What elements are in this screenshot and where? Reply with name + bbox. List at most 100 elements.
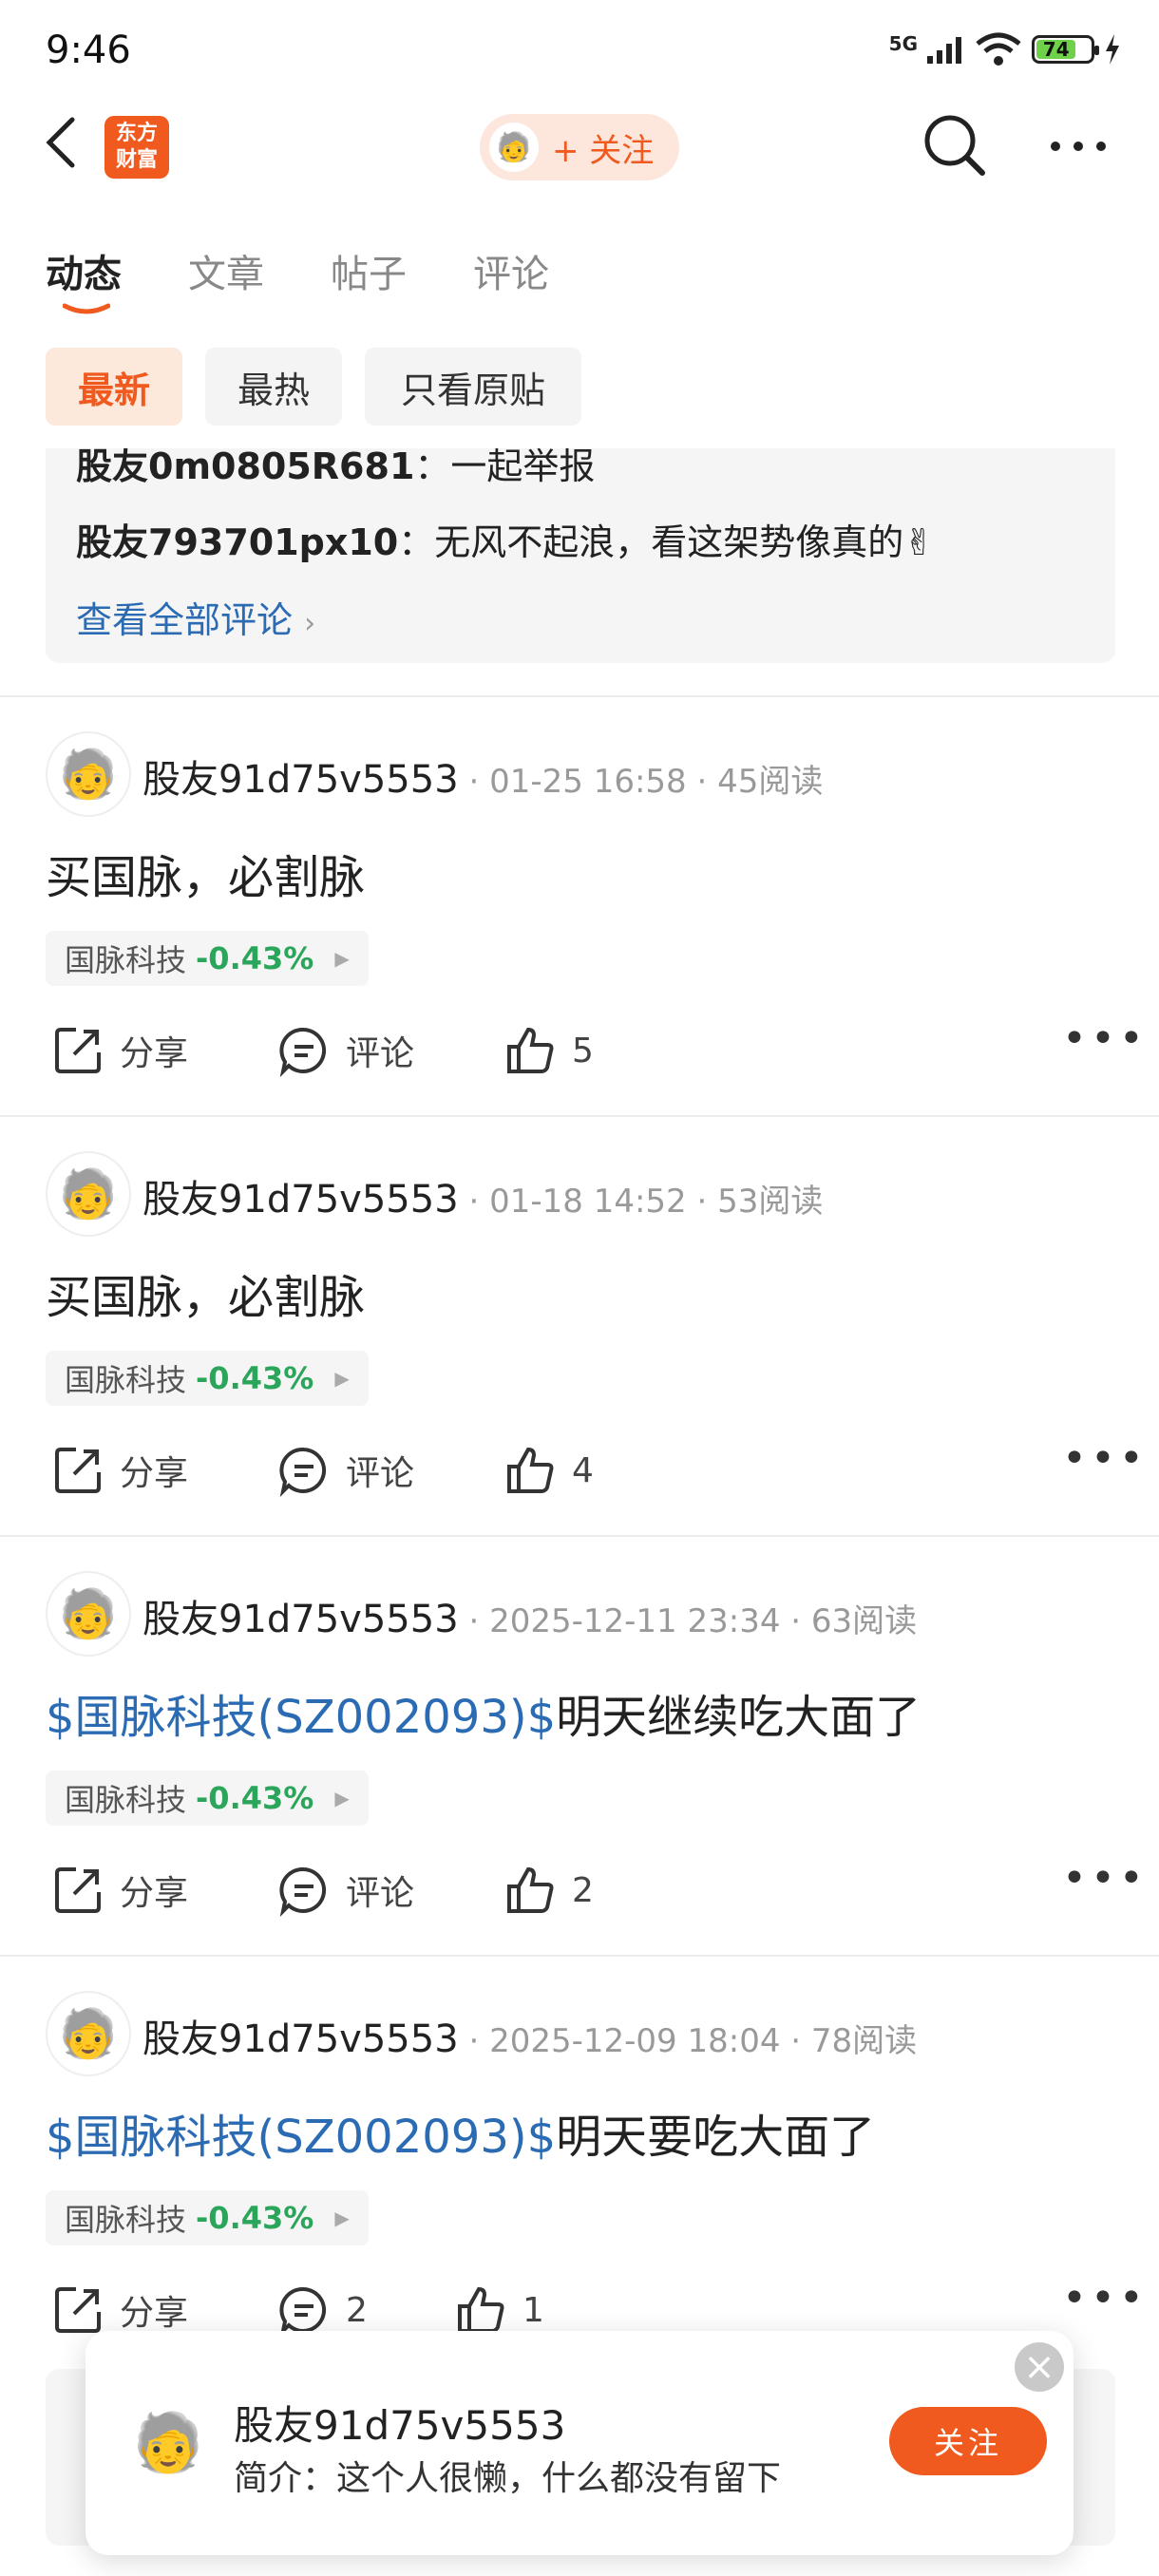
comment-text: ：一起举报	[414, 448, 596, 487]
play-arrow-icon: ▶	[334, 1787, 350, 1809]
follow-label: + 关注	[552, 131, 655, 170]
popup-description: 简介：这个人很懒，什么都没有留下	[234, 2459, 782, 2498]
author-avatar[interactable]: 🧓	[46, 1151, 131, 1237]
post-text[interactable]: 买国脉，必割脉	[46, 1260, 365, 1326]
stock-name: 国脉科技	[65, 1362, 187, 1398]
post-meta: 股友91d75v5553 · 2025-12-11 23:34 · 63阅读	[142, 1598, 918, 1641]
post-time: 2025-12-09 18:04	[489, 2022, 781, 2060]
battery-level: 74	[1036, 38, 1076, 61]
like-count: 4	[572, 1450, 594, 1490]
view-all-label: 查看全部评论	[76, 599, 294, 641]
post-text[interactable]: $国脉科技(SZ002093)$明天要吃大面了	[46, 2099, 875, 2166]
logo-line1: 东方	[115, 122, 158, 145]
stock-chip[interactable]: 国脉科技 -0.43% ▶	[46, 1771, 369, 1826]
like-button[interactable]: 1	[454, 2283, 544, 2337]
post-meta: 股友91d75v5553 · 01-25 16:58 · 45阅读	[142, 758, 824, 802]
share-button[interactable]: 分享	[51, 1864, 188, 1917]
follow-pill-button[interactable]: 🧓 + 关注	[480, 114, 679, 180]
comment-preview-box: 股友0m0805R681：一起举报 股友793701px10：无风不起浪，看这架…	[46, 448, 1115, 663]
filter-latest[interactable]: 最新	[46, 348, 182, 426]
share-button[interactable]: 分享	[51, 1024, 188, 1077]
tab-posts[interactable]: 帖子	[331, 243, 407, 298]
post-more-icon[interactable]: •••	[1062, 1854, 1148, 1903]
comment-user[interactable]: 股友0m0805R681	[76, 448, 414, 487]
stock-chip[interactable]: 国脉科技 -0.43% ▶	[46, 1351, 369, 1406]
popup-follow-button[interactable]: 关注	[889, 2407, 1047, 2475]
like-button[interactable]: 4	[504, 1444, 594, 1497]
author-avatar[interactable]: 🧓	[46, 731, 131, 817]
post-text[interactable]: $国脉科技(SZ002093)$明天继续吃大面了	[46, 1679, 921, 1746]
back-icon[interactable]	[42, 114, 80, 171]
author-avatar[interactable]: 🧓	[46, 1571, 131, 1657]
post-time: 2025-12-11 23:34	[489, 1602, 781, 1640]
comment-line: 股友0m0805R681：一起举报	[76, 448, 595, 489]
more-icon[interactable]	[1050, 141, 1107, 152]
comment-button[interactable]: 2	[277, 2283, 368, 2337]
view-all-comments-link[interactable]: 查看全部评论 ›	[76, 591, 315, 643]
like-button[interactable]: 5	[504, 1024, 594, 1077]
comment-button[interactable]: 评论	[277, 1024, 414, 1077]
post-more-icon[interactable]: •••	[1062, 1014, 1148, 1063]
stock-change: -0.43%	[196, 940, 314, 976]
charging-icon	[1106, 34, 1119, 65]
play-arrow-icon: ▶	[334, 2207, 350, 2229]
post-card[interactable]: 🧓 股友91d75v5553 · 2025-12-09 18:04 · 78阅读…	[0, 1955, 1159, 2375]
battery-icon: 74	[1032, 35, 1099, 64]
share-icon	[55, 1867, 101, 1913]
search-icon[interactable]	[922, 112, 988, 179]
comment-label: 评论	[346, 1454, 415, 1493]
author-name[interactable]: 股友91d75v5553	[142, 1598, 459, 1641]
stock-tag-link[interactable]: $国脉科技(SZ002093)$	[46, 2111, 556, 2164]
stock-name: 国脉科技	[65, 942, 187, 978]
filter-hot[interactable]: 最热	[205, 348, 342, 426]
filter-original-only[interactable]: 只看原贴	[365, 348, 581, 426]
post-card[interactable]: 🧓 股友91d75v5553 · 01-18 14:52 · 53阅读 买国脉，…	[0, 1115, 1159, 1535]
author-name[interactable]: 股友91d75v5553	[142, 758, 459, 802]
author-name[interactable]: 股友91d75v5553	[142, 1178, 459, 1222]
post-more-icon[interactable]: •••	[1062, 1434, 1148, 1483]
author-name[interactable]: 股友91d75v5553	[142, 2017, 459, 2061]
comment-icon	[279, 1447, 327, 1497]
thumbs-up-icon	[507, 1866, 554, 1913]
thumbs-up-icon	[458, 2286, 504, 2333]
comment-button[interactable]: 评论	[277, 1444, 414, 1497]
comment-user[interactable]: 股友793701px10	[76, 521, 398, 563]
post-meta: 股友91d75v5553 · 2025-12-09 18:04 · 78阅读	[142, 2017, 918, 2061]
like-button[interactable]: 2	[504, 1864, 594, 1917]
app-logo[interactable]: 东方 财富	[104, 116, 169, 179]
post-card[interactable]: 🧓 股友91d75v5553 · 01-25 16:58 · 45阅读 买国脉，…	[0, 695, 1159, 1115]
share-button[interactable]: 分享	[51, 1444, 188, 1497]
stock-chip[interactable]: 国脉科技 -0.43% ▶	[46, 2190, 369, 2245]
tab-articles[interactable]: 文章	[188, 243, 264, 298]
like-count: 2	[572, 1870, 594, 1910]
comment-button[interactable]: 评论	[277, 1864, 414, 1917]
share-label: 分享	[120, 1874, 189, 1913]
post-meta: 股友91d75v5553 · 01-18 14:52 · 53阅读	[142, 1178, 824, 1222]
share-label: 分享	[120, 1454, 189, 1493]
stock-name: 国脉科技	[65, 1782, 187, 1818]
stock-name: 国脉科技	[65, 2202, 187, 2238]
comment-label: 评论	[346, 1874, 415, 1913]
post-more-icon[interactable]: •••	[1062, 2274, 1148, 2322]
post-text[interactable]: 买国脉，必割脉	[46, 840, 365, 906]
comment-icon	[279, 1027, 327, 1077]
post-body: 买国脉，必割脉	[46, 1271, 366, 1324]
play-arrow-icon: ▶	[334, 947, 350, 970]
share-icon	[55, 1448, 101, 1493]
post-card[interactable]: 🧓 股友91d75v5553 · 2025-12-11 23:34 · 63阅读…	[0, 1535, 1159, 1955]
wifi-icon	[976, 32, 1021, 66]
author-avatar[interactable]: 🧓	[46, 1991, 131, 2076]
stock-tag-link[interactable]: $国脉科技(SZ002093)$	[46, 1691, 556, 1744]
share-label: 分享	[120, 2294, 189, 2333]
close-icon[interactable]: ×	[1015, 2342, 1064, 2392]
share-button[interactable]: 分享	[51, 2283, 188, 2337]
follow-popup: 🧓 股友91d75v5553 简介：这个人很懒，什么都没有留下 关注	[86, 2331, 1074, 2555]
popup-avatar[interactable]: 🧓	[124, 2397, 213, 2487]
read-count: 45阅读	[717, 763, 824, 801]
tab-dynamic[interactable]: 动态	[46, 243, 122, 298]
tab-comments[interactable]: 评论	[473, 243, 549, 298]
post-body: 明天继续吃大面了	[556, 1691, 922, 1744]
read-count: 78阅读	[810, 2022, 918, 2060]
comment-icon	[279, 1866, 327, 1917]
stock-chip[interactable]: 国脉科技 -0.43% ▶	[46, 931, 369, 986]
